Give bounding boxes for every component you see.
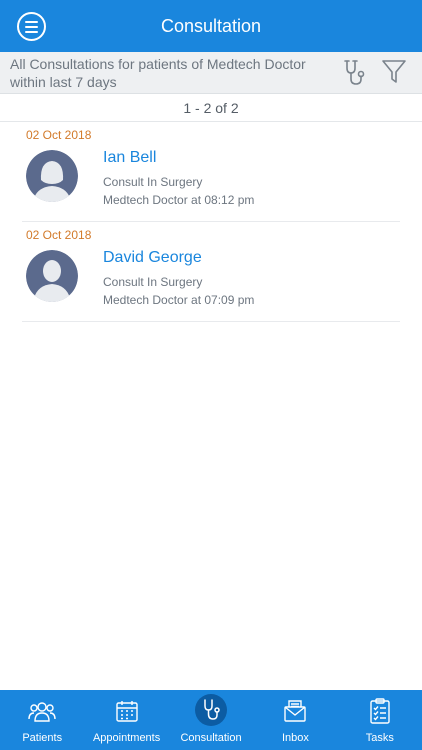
consultation-date: 02 Oct 2018: [26, 228, 92, 242]
menu-icon-line: [25, 30, 38, 33]
tab-patients[interactable]: Patients: [0, 690, 84, 750]
tab-label: Tasks: [365, 732, 394, 744]
tab-label: Appointments: [92, 732, 161, 744]
page-title: Consultation: [160, 15, 262, 36]
inbox-icon: [279, 696, 311, 726]
consultation-provider-time: Medtech Doctor at 07:09 pm: [103, 293, 255, 307]
patient-name[interactable]: David George: [103, 249, 202, 267]
tab-tasks[interactable]: Tasks: [338, 690, 422, 750]
female-avatar-icon: [26, 150, 78, 202]
app-header: Consultation: [0, 0, 422, 52]
stethoscope-icon: [344, 60, 365, 85]
row-divider: [22, 321, 400, 322]
consultation-list: 02 Oct 2018 Ian Bell Consult In Surgery …: [0, 122, 422, 322]
menu-icon-line: [25, 25, 38, 28]
menu-icon-line: [25, 20, 38, 23]
funnel-icon: [382, 60, 406, 83]
consultation-provider-time: Medtech Doctor at 08:12 pm: [103, 193, 255, 207]
stethoscope-icon: [195, 694, 228, 726]
tab-label: Consultation: [180, 732, 242, 744]
consultation-row[interactable]: 02 Oct 2018 Ian Bell Consult In Surgery …: [0, 122, 422, 222]
tab-label: Patients: [22, 732, 63, 744]
filter-description: All Consultations for patients of Medtec…: [10, 56, 306, 90]
tab-appointments[interactable]: Appointments: [84, 690, 168, 750]
tab-consultation[interactable]: Consultation: [169, 690, 253, 750]
patient-name[interactable]: Ian Bell: [103, 149, 156, 167]
pagination-summary: 1 - 2 of 2: [0, 94, 422, 122]
male-avatar-icon: [26, 250, 78, 302]
filter-button[interactable]: [380, 57, 408, 87]
tasks-icon: [364, 696, 396, 726]
tab-label: Inbox: [281, 732, 309, 744]
consultation-type: Consult In Surgery: [103, 175, 203, 189]
consultation-date: 02 Oct 2018: [26, 128, 92, 142]
menu-button[interactable]: [17, 12, 46, 41]
consultation-row[interactable]: 02 Oct 2018 David George Consult In Surg…: [0, 222, 422, 322]
tab-inbox[interactable]: Inbox: [253, 690, 337, 750]
consultation-type: Consult In Surgery: [103, 275, 203, 289]
filter-bar: All Consultations for patients of Medtec…: [0, 52, 422, 94]
bottom-tab-bar: Patients Appointments Consultation Inbox…: [0, 690, 422, 750]
patients-icon: [26, 696, 58, 726]
stethoscope-filter-button[interactable]: [339, 58, 369, 88]
calendar-icon: [111, 696, 143, 726]
